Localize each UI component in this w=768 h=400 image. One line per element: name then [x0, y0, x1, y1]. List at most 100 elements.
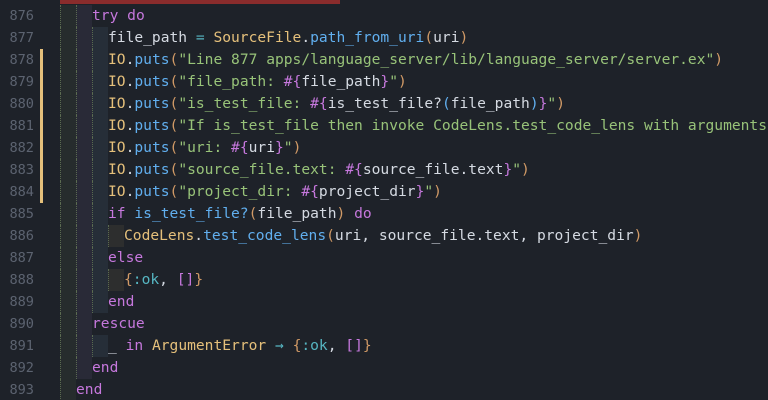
- line-number: 886: [9, 228, 34, 244]
- code-token: "uri:: [178, 139, 232, 156]
- code-line[interactable]: IO.puts("Line 877 apps/language_server/l…: [46, 49, 768, 71]
- code-token: {: [124, 271, 133, 288]
- indent-guide: [76, 291, 77, 313]
- indent-rainbow-band: [92, 225, 108, 247]
- code-line[interactable]: IO.puts("If is_test_file then invoke Cod…: [46, 115, 768, 137]
- indent-rainbow-band: [76, 115, 92, 137]
- code-line[interactable]: end: [46, 291, 768, 313]
- code-token: ): [336, 205, 346, 222]
- code-token: :ok: [301, 337, 328, 354]
- indent-guide: [60, 49, 61, 71]
- indent-rainbow-band: [60, 335, 76, 357]
- code-token: try: [92, 7, 119, 24]
- indent-guide: [76, 181, 77, 203]
- code-token: ,: [159, 271, 177, 288]
- code-editor[interactable]: 876 877 878 879 880 881 882 883 884 885 886 887 888 8…: [0, 0, 768, 400]
- git-modified-marker[interactable]: [40, 181, 43, 203]
- indent-guide: [76, 5, 77, 27]
- indent-guide: [108, 269, 109, 291]
- code-text: IO.puts("uri: #{uri}"): [108, 137, 301, 159]
- code-line[interactable]: IO.puts("file_path: #{file_path}"): [46, 71, 768, 93]
- code-text: end: [108, 291, 134, 313]
- code-token: "Line 877 apps/language_server/lib/langu…: [178, 51, 715, 68]
- code-token: ): [556, 95, 565, 112]
- indent-guide: [92, 93, 93, 115]
- git-modified-marker[interactable]: [40, 115, 43, 137]
- indent-rainbow-band: [60, 269, 76, 291]
- code-text: file_path = SourceFile.path_from_uri(uri…: [108, 27, 468, 49]
- indent-guide: [76, 49, 77, 71]
- line-number: 892: [9, 360, 34, 376]
- code-line[interactable]: rescue: [46, 313, 768, 335]
- code-line[interactable]: {:ok, []}: [46, 269, 768, 291]
- code-token: #{: [310, 95, 328, 112]
- code-text: IO.puts("file_path: #{file_path}"): [108, 71, 407, 93]
- code-token: (: [169, 183, 179, 200]
- code-line[interactable]: end: [46, 379, 768, 400]
- indent-guide: [60, 159, 61, 181]
- git-modified-marker[interactable]: [40, 49, 43, 71]
- code-token: IO: [108, 117, 126, 134]
- code-token: ": [424, 183, 434, 200]
- indent-guide: [76, 115, 77, 137]
- indent-rainbow-band: [92, 159, 108, 181]
- code-line[interactable]: IO.puts("is_test_file: #{is_test_file?(f…: [46, 93, 768, 115]
- indent-rainbow-band: [76, 5, 92, 27]
- indent-rainbow-band: [92, 49, 108, 71]
- code-text: CodeLens.test_code_lens(uri, source_file…: [124, 225, 642, 247]
- code-token: (: [169, 117, 179, 134]
- git-modified-marker[interactable]: [40, 137, 43, 159]
- code-line[interactable]: IO.puts("project_dir: #{project_dir}"): [46, 181, 768, 203]
- indent-guide: [92, 247, 93, 269]
- code-line[interactable]: IO.puts("uri: #{uri}"): [46, 137, 768, 159]
- git-modified-marker[interactable]: [40, 93, 43, 115]
- code-token: (: [169, 51, 179, 68]
- code-token: is_test_file?: [134, 205, 249, 222]
- git-modified-marker[interactable]: [40, 159, 43, 181]
- indent-guide: [76, 137, 77, 159]
- code-line[interactable]: CodeLens.test_code_lens(uri, source_file…: [46, 225, 768, 247]
- code-area[interactable]: try do file_path = SourceFile.path_from_u…: [46, 0, 768, 400]
- indent-rainbow-band: [108, 225, 124, 247]
- code-token: if: [108, 205, 126, 222]
- code-line[interactable]: _ in ArgumentError → {:ok, []}: [46, 335, 768, 357]
- line-number-gutter[interactable]: 876 877 878 879 880 881 882 883 884 885 886 887 888 8…: [0, 0, 46, 400]
- code-token: puts: [134, 139, 170, 156]
- indent-guide: [92, 49, 93, 71]
- code-token: ): [521, 161, 530, 178]
- code-token: ): [714, 51, 724, 68]
- line-number: 890: [9, 316, 34, 332]
- code-token: IO: [108, 161, 126, 178]
- indent-rainbow-band: [60, 71, 76, 93]
- indent-guide: [92, 115, 93, 137]
- code-token: puts: [134, 161, 170, 178]
- code-token: "is_test_file:: [178, 95, 311, 112]
- indent-guide: [60, 313, 61, 335]
- code-text: rescue: [92, 313, 145, 335]
- code-line[interactable]: end: [46, 357, 768, 379]
- code-line[interactable]: if is_test_file?(file_path) do: [46, 203, 768, 225]
- indent-rainbow-band: [60, 181, 76, 203]
- code-token: ": [547, 95, 557, 112]
- line-number: 884: [9, 184, 34, 200]
- indent-rainbow-band: [76, 71, 92, 93]
- indent-guide: [92, 335, 93, 357]
- git-modified-marker[interactable]: [40, 71, 43, 93]
- code-line[interactable]: file_path = SourceFile.path_from_uri(uri…: [46, 27, 768, 49]
- indent-rainbow-band: [76, 159, 92, 181]
- code-token: puts: [134, 183, 170, 200]
- code-token: :ok: [132, 271, 160, 288]
- indent-guide: [60, 181, 61, 203]
- line-number: 880: [9, 96, 34, 112]
- indent-guide: [60, 225, 61, 247]
- code-token: IO: [108, 139, 126, 156]
- indent-guide: [60, 5, 61, 27]
- indent-guide: [60, 137, 61, 159]
- code-token: end: [108, 293, 135, 310]
- code-line[interactable]: IO.puts("source_file.text: #{source_file…: [46, 159, 768, 181]
- code-line[interactable]: else: [46, 247, 768, 269]
- indent-guide: [92, 269, 93, 291]
- code-line[interactable]: try do: [46, 5, 768, 27]
- code-token: #{: [345, 161, 363, 178]
